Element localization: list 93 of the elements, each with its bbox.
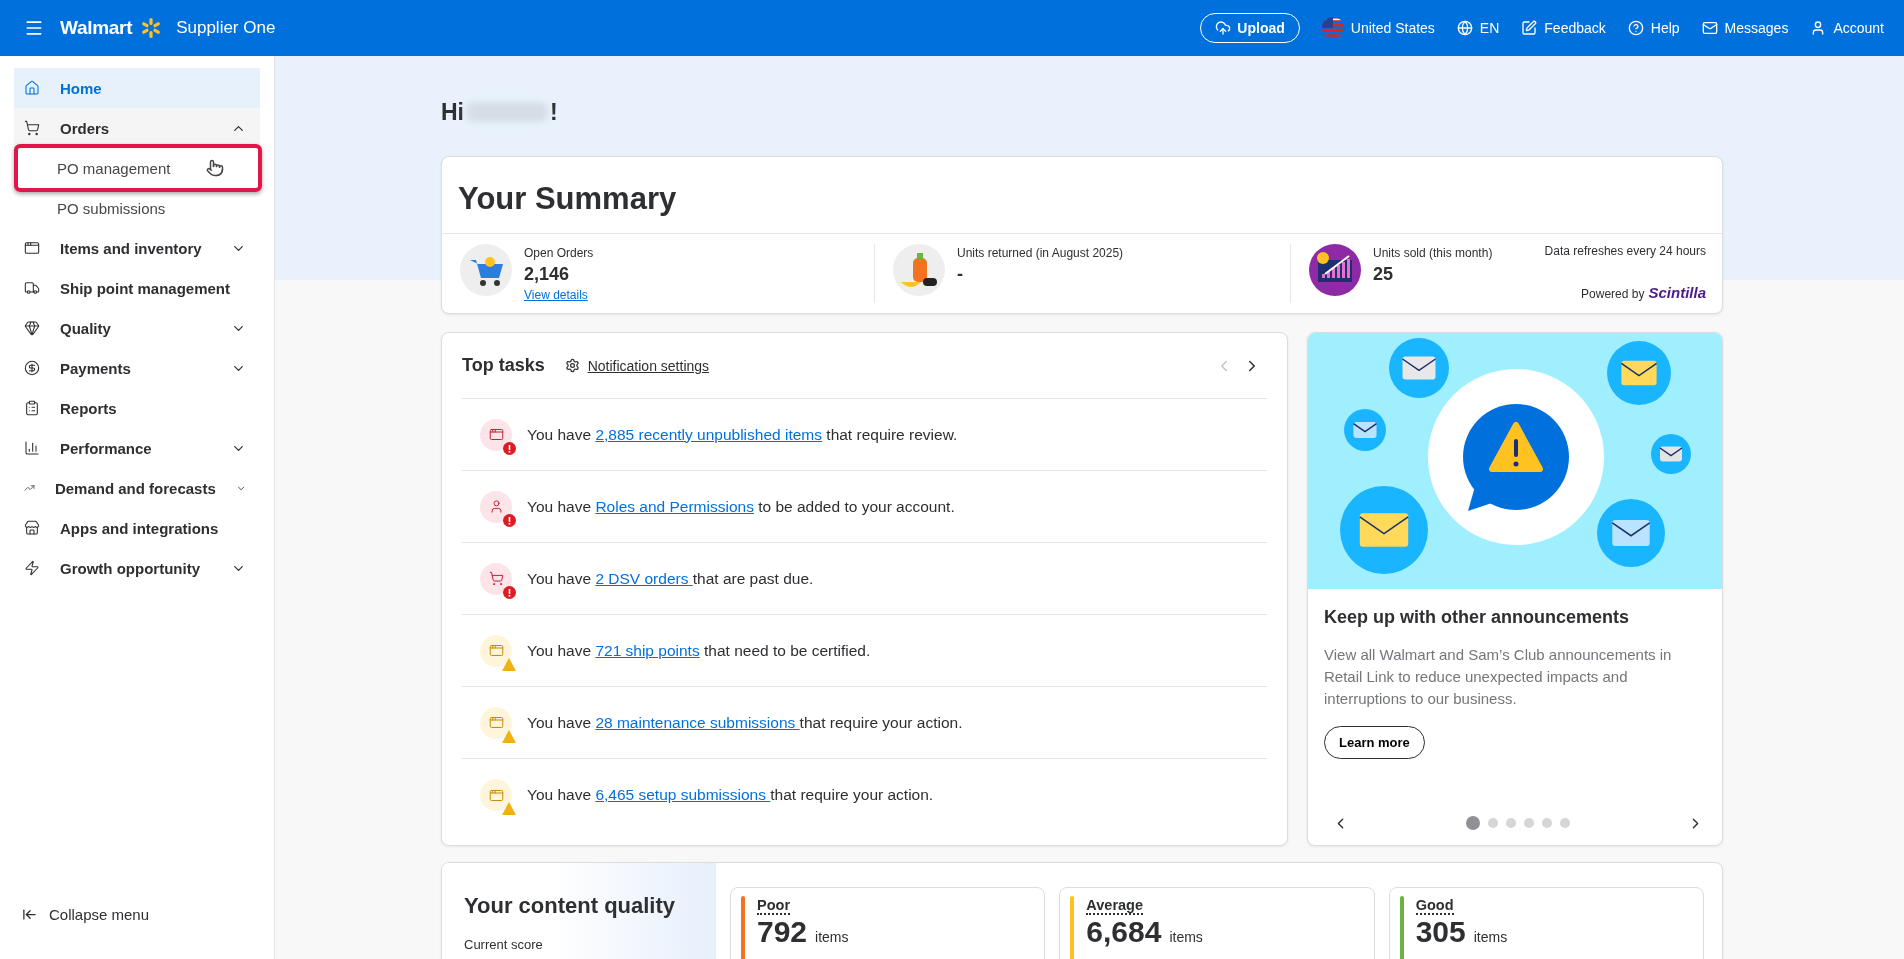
score-unit: items — [1169, 929, 1203, 945]
score-label: Good — [1415, 897, 1454, 915]
sidebar-item[interactable]: Quality — [14, 308, 260, 348]
collapse-menu-link[interactable]: Collapse menu — [14, 906, 260, 923]
sidebar-item[interactable]: Apps and integrations — [14, 508, 260, 548]
header-link[interactable]: Help — [1627, 20, 1680, 36]
gem-icon — [24, 320, 40, 336]
sidebar-item[interactable]: Items and inventory — [14, 228, 260, 268]
score-unit: items — [815, 929, 849, 945]
task-link[interactable]: 2 DSV orders — [595, 569, 693, 587]
header-link[interactable]: Account — [1810, 20, 1884, 36]
carousel-dot[interactable] — [1524, 818, 1534, 828]
sidebar-item[interactable]: Growth opportunity — [14, 548, 260, 588]
task-link[interactable]: 2,885 recently unpublished items — [595, 425, 822, 443]
store-icon — [24, 520, 40, 536]
product-name: Supplier One — [176, 18, 276, 38]
score-value: 305 — [1415, 915, 1466, 948]
header-link[interactable]: Messages — [1701, 20, 1789, 36]
card-title: Top tasks — [462, 355, 545, 376]
task-text: You have 2,885 recently unpublished items that require review. — [527, 425, 958, 444]
shopping-cart-illustration-icon — [460, 244, 512, 296]
announcement-title: Keep up with other announcements — [1324, 607, 1631, 628]
home-icon — [24, 80, 40, 96]
view-details-link[interactable]: View details — [524, 288, 588, 302]
sidebar-item[interactable]: Ship point management — [14, 268, 260, 308]
score-value: 792 — [757, 915, 808, 948]
country-selector[interactable]: United States — [1321, 17, 1435, 39]
header-link[interactable]: Feedback — [1521, 20, 1606, 36]
greeting-mark: ! — [550, 98, 558, 126]
sidebar-subitem[interactable]: PO submissions — [14, 188, 260, 228]
card-title: Your content quality — [464, 893, 677, 919]
clipboard-icon — [24, 400, 40, 416]
card-subtitle: Current score — [464, 937, 544, 952]
help-icon — [1627, 20, 1644, 36]
learn-more-button[interactable]: Learn more — [1324, 726, 1425, 759]
spark-logo-icon — [140, 17, 163, 39]
carousel-dot[interactable] — [1506, 818, 1516, 828]
flag-icon — [1321, 17, 1344, 39]
dollar-icon — [24, 360, 40, 376]
bar-chart-icon — [24, 440, 40, 456]
summary-title: Your Summary — [442, 157, 1722, 234]
stat-value: - — [957, 264, 964, 285]
sales-chart-illustration-icon — [1309, 244, 1361, 296]
brand-name: Walmart — [60, 17, 133, 39]
task-text: You have 2 DSV orders that are past due. — [527, 569, 814, 588]
stat-value: 25 — [1373, 264, 1395, 285]
score-unit: items — [1473, 929, 1508, 945]
mail-icon — [1701, 20, 1718, 36]
truck-icon — [24, 280, 40, 296]
lightning-icon — [24, 560, 40, 576]
menu-icon[interactable] — [24, 18, 44, 38]
carousel-dot[interactable] — [1542, 818, 1552, 828]
sidebar-item[interactable]: Orders — [14, 108, 260, 148]
carousel-dot[interactable] — [1560, 818, 1570, 828]
task-link[interactable]: 6,465 setup submissions — [595, 786, 771, 803]
sidebar-item[interactable]: Demand and forecasts — [14, 468, 260, 508]
score-value: 6,684 — [1086, 915, 1162, 948]
settings-icon — [564, 358, 580, 373]
task-text: You have 721 ship points that need to be certified. — [527, 641, 871, 660]
refresh-note: Data refreshes every 24 hours — [1544, 244, 1706, 258]
feedback-icon — [1521, 20, 1538, 36]
powered-by-label: Powered by — [1581, 287, 1645, 301]
stat-label: Units sold (this month) — [1373, 246, 1493, 260]
task-link[interactable]: 721 ship points — [595, 641, 700, 659]
partner-logo: Scintilla — [1648, 284, 1706, 301]
task-link[interactable]: 28 maintenance submissions — [595, 713, 800, 731]
task-text: You have Roles and Permissions to be added to your account. — [527, 497, 955, 516]
score-label: Average — [1086, 897, 1144, 915]
sidebar-subitem[interactable]: PO management — [14, 148, 260, 188]
sidebar-item[interactable]: Home — [14, 68, 260, 108]
task-text: You have 6,465 setup submissions that require your action. — [527, 786, 934, 804]
score-label: Poor — [757, 897, 791, 915]
carousel-dot[interactable] — [1466, 816, 1480, 830]
carousel-dot[interactable] — [1488, 818, 1498, 828]
globe-icon — [1456, 20, 1473, 36]
stat-label: Open Orders — [524, 246, 594, 260]
collapse-icon — [22, 907, 37, 922]
notification-settings-link[interactable]: Notification settings — [564, 357, 710, 374]
cloud-upload-icon — [1215, 20, 1232, 36]
greeting: Hi — [441, 98, 464, 126]
sidebar-item[interactable]: Reports — [14, 388, 260, 428]
sidebar-item[interactable]: Performance — [14, 428, 260, 468]
task-text: You have 28 maintenance submissions that require your action. — [527, 713, 963, 732]
hand-cursor-icon — [206, 159, 224, 177]
stat-label: Units returned (in August 2025) — [957, 246, 1124, 260]
language-selector[interactable]: EN — [1456, 20, 1500, 36]
window-icon — [24, 240, 40, 256]
stat-value: 2,146 — [524, 264, 571, 285]
announcement-text: View all Walmart and Sam’s Club announcements in Retail Link to reduce unexpected impacts and interruptions to our business. — [1324, 645, 1673, 709]
detergent-illustration-icon — [893, 244, 945, 296]
task-link[interactable]: Roles and Permissions — [595, 497, 754, 515]
sidebar-item[interactable]: Payments — [14, 348, 260, 388]
cart-icon — [24, 120, 40, 136]
